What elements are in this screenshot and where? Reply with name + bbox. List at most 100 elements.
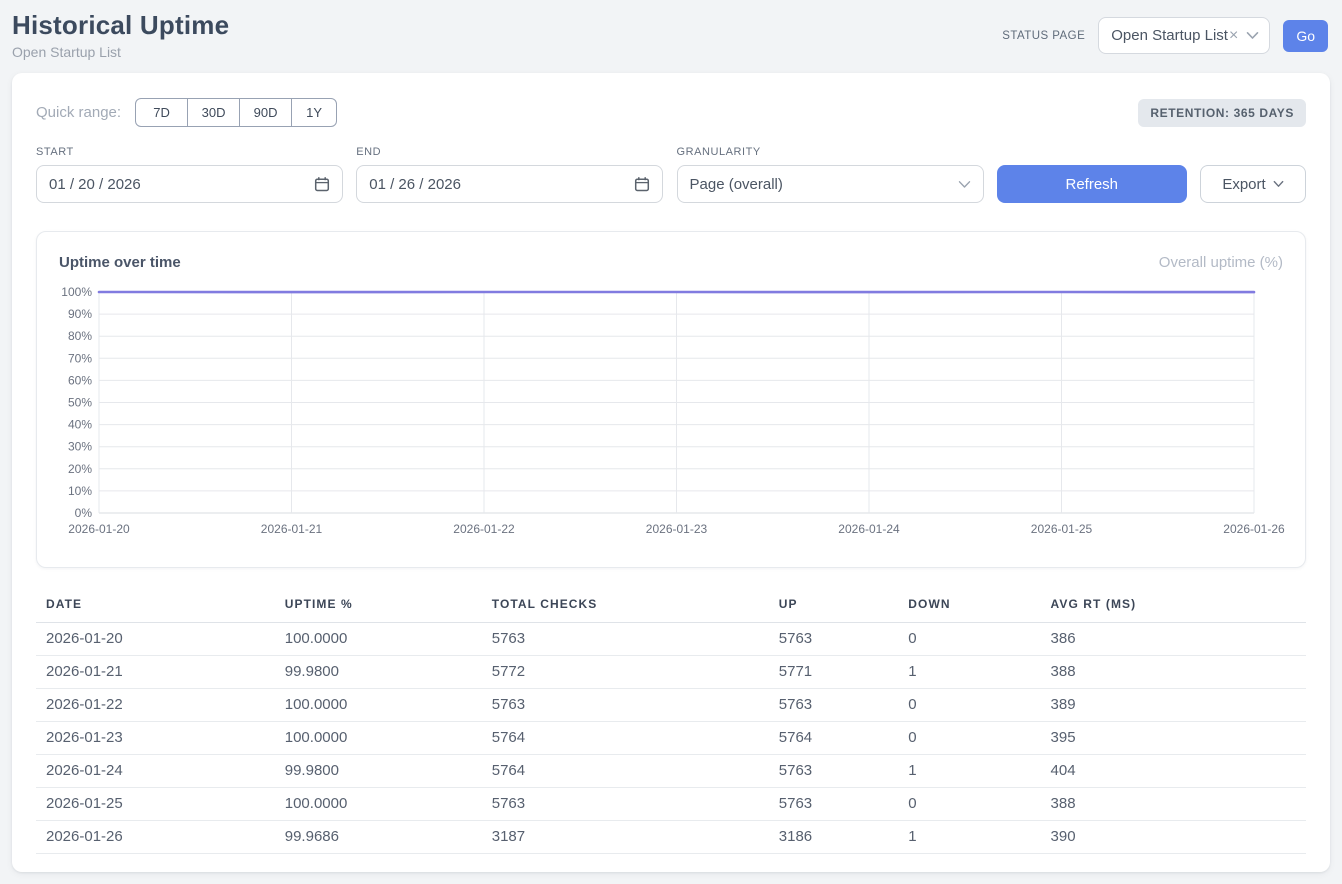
table-cell: 99.9800 bbox=[275, 755, 482, 788]
chart-plot-area: 0%10%20%30%40%50%60%70%80%90%100%2026-01… bbox=[37, 284, 1305, 545]
table-cell: 100.0000 bbox=[275, 788, 482, 821]
table-cell: 5771 bbox=[769, 656, 899, 689]
table-cell: 5763 bbox=[769, 623, 899, 656]
table-cell: 2026-01-24 bbox=[36, 755, 275, 788]
granularity-value: Page (overall) bbox=[690, 176, 783, 193]
clear-icon[interactable]: × bbox=[1229, 28, 1238, 44]
table-cell: 5763 bbox=[769, 689, 899, 722]
quick-range-1y-button[interactable]: 1Y bbox=[291, 98, 337, 127]
table-cell: 100.0000 bbox=[275, 689, 482, 722]
table-row: 2026-01-23100.0000576457640395 bbox=[36, 722, 1306, 755]
granularity-label: GRANULARITY bbox=[677, 146, 984, 158]
table-cell: 0 bbox=[898, 689, 1040, 722]
column-header-uptime: UPTIME % bbox=[275, 592, 482, 623]
table-cell: 388 bbox=[1041, 788, 1306, 821]
column-header-down: DOWN bbox=[898, 592, 1040, 623]
page-title: Historical Uptime bbox=[12, 10, 229, 41]
table-cell: 390 bbox=[1041, 821, 1306, 854]
refresh-button[interactable]: Refresh bbox=[997, 165, 1187, 203]
table-cell: 99.9800 bbox=[275, 656, 482, 689]
table-cell: 5763 bbox=[482, 788, 769, 821]
start-date-value: 01 / 20 / 2026 bbox=[49, 176, 141, 193]
page-header-left: Historical Uptime Open Startup List bbox=[12, 10, 229, 60]
chevron-down-icon bbox=[1273, 180, 1284, 188]
column-header-avg-rt-ms: AVG RT (MS) bbox=[1041, 592, 1306, 623]
controls-row-top: Quick range: 7D30D90D1Y RETENTION: 365 D… bbox=[36, 98, 1306, 127]
table-cell: 2026-01-26 bbox=[36, 821, 275, 854]
quick-range-7d-button[interactable]: 7D bbox=[135, 98, 188, 127]
page-header: Historical Uptime Open Startup List STAT… bbox=[0, 0, 1342, 62]
page-header-right: STATUS PAGE Open Startup List × Go bbox=[1002, 17, 1328, 54]
table-cell: 99.9686 bbox=[275, 821, 482, 854]
table-cell: 5764 bbox=[482, 755, 769, 788]
table-header: DATEUPTIME %TOTAL CHECKSUPDOWNAVG RT (MS… bbox=[36, 592, 1306, 623]
retention-badge: RETENTION: 365 DAYS bbox=[1138, 99, 1306, 127]
table-cell: 3186 bbox=[769, 821, 899, 854]
end-date-label: END bbox=[356, 146, 663, 158]
go-button[interactable]: Go bbox=[1283, 20, 1328, 52]
table-cell: 100.0000 bbox=[275, 623, 482, 656]
end-date-input[interactable]: 01 / 26 / 2026 bbox=[356, 165, 663, 203]
table-cell: 404 bbox=[1041, 755, 1306, 788]
svg-text:2026-01-22: 2026-01-22 bbox=[453, 522, 515, 536]
table-cell: 2026-01-25 bbox=[36, 788, 275, 821]
calendar-icon[interactable] bbox=[634, 176, 650, 192]
end-date-value: 01 / 26 / 2026 bbox=[369, 176, 461, 193]
table-cell: 100.0000 bbox=[275, 722, 482, 755]
uptime-line-chart: 0%10%20%30%40%50%60%70%80%90%100%2026-01… bbox=[59, 284, 1286, 540]
table-cell: 1 bbox=[898, 656, 1040, 689]
export-button-label: Export bbox=[1222, 176, 1265, 193]
column-header-up: UP bbox=[769, 592, 899, 623]
svg-text:70%: 70% bbox=[68, 351, 92, 365]
chevron-down-icon bbox=[1246, 31, 1259, 40]
table-cell: 388 bbox=[1041, 656, 1306, 689]
granularity-select[interactable]: Page (overall) bbox=[677, 165, 984, 203]
table-cell: 5763 bbox=[769, 788, 899, 821]
table-body: 2026-01-20100.00005763576303862026-01-21… bbox=[36, 623, 1306, 854]
svg-text:90%: 90% bbox=[68, 307, 92, 321]
column-header-date: DATE bbox=[36, 592, 275, 623]
uptime-chart-card: Uptime over time Overall uptime (%) 0%10… bbox=[36, 231, 1306, 568]
svg-text:40%: 40% bbox=[68, 418, 92, 432]
table-cell: 5763 bbox=[769, 755, 899, 788]
svg-text:100%: 100% bbox=[61, 285, 92, 299]
quick-range-30d-button[interactable]: 30D bbox=[187, 98, 240, 127]
svg-text:80%: 80% bbox=[68, 329, 92, 343]
table-cell: 2026-01-21 bbox=[36, 656, 275, 689]
export-button[interactable]: Export bbox=[1200, 165, 1306, 203]
svg-text:2026-01-20: 2026-01-20 bbox=[68, 522, 130, 536]
table-row: 2026-01-2499.9800576457631404 bbox=[36, 755, 1306, 788]
status-page-label: STATUS PAGE bbox=[1002, 30, 1085, 42]
table-row: 2026-01-20100.0000576357630386 bbox=[36, 623, 1306, 656]
chart-legend: Overall uptime (%) bbox=[1159, 254, 1283, 271]
status-page-select[interactable]: Open Startup List × bbox=[1098, 17, 1270, 54]
svg-text:30%: 30% bbox=[68, 440, 92, 454]
chevron-down-icon bbox=[958, 180, 971, 189]
table-row: 2026-01-25100.0000576357630388 bbox=[36, 788, 1306, 821]
controls-row-form: START 01 / 20 / 2026 END 01 / 26 / 2026 … bbox=[36, 146, 1306, 203]
svg-text:2026-01-23: 2026-01-23 bbox=[646, 522, 708, 536]
start-date-input[interactable]: 01 / 20 / 2026 bbox=[36, 165, 343, 203]
chart-header: Uptime over time Overall uptime (%) bbox=[37, 254, 1305, 271]
quick-range-90d-button[interactable]: 90D bbox=[239, 98, 292, 127]
column-header-total-checks: TOTAL CHECKS bbox=[482, 592, 769, 623]
table-cell: 5763 bbox=[482, 623, 769, 656]
table-row: 2026-01-2199.9800577257711388 bbox=[36, 656, 1306, 689]
svg-text:10%: 10% bbox=[68, 484, 92, 498]
svg-text:2026-01-21: 2026-01-21 bbox=[261, 522, 323, 536]
svg-text:60%: 60% bbox=[68, 373, 92, 387]
table-cell: 0 bbox=[898, 623, 1040, 656]
table-header-row: DATEUPTIME %TOTAL CHECKSUPDOWNAVG RT (MS… bbox=[36, 592, 1306, 623]
table-cell: 5772 bbox=[482, 656, 769, 689]
svg-text:2026-01-24: 2026-01-24 bbox=[838, 522, 900, 536]
table-cell: 1 bbox=[898, 755, 1040, 788]
table-row: 2026-01-22100.0000576357630389 bbox=[36, 689, 1306, 722]
table-cell: 5763 bbox=[482, 689, 769, 722]
main-card: Quick range: 7D30D90D1Y RETENTION: 365 D… bbox=[12, 73, 1330, 872]
calendar-icon[interactable] bbox=[314, 176, 330, 192]
start-date-field: START 01 / 20 / 2026 bbox=[36, 146, 343, 203]
svg-text:50%: 50% bbox=[68, 396, 92, 410]
end-date-field: END 01 / 26 / 2026 bbox=[356, 146, 663, 203]
quick-range-label: Quick range: bbox=[36, 104, 121, 121]
svg-text:2026-01-25: 2026-01-25 bbox=[1031, 522, 1093, 536]
